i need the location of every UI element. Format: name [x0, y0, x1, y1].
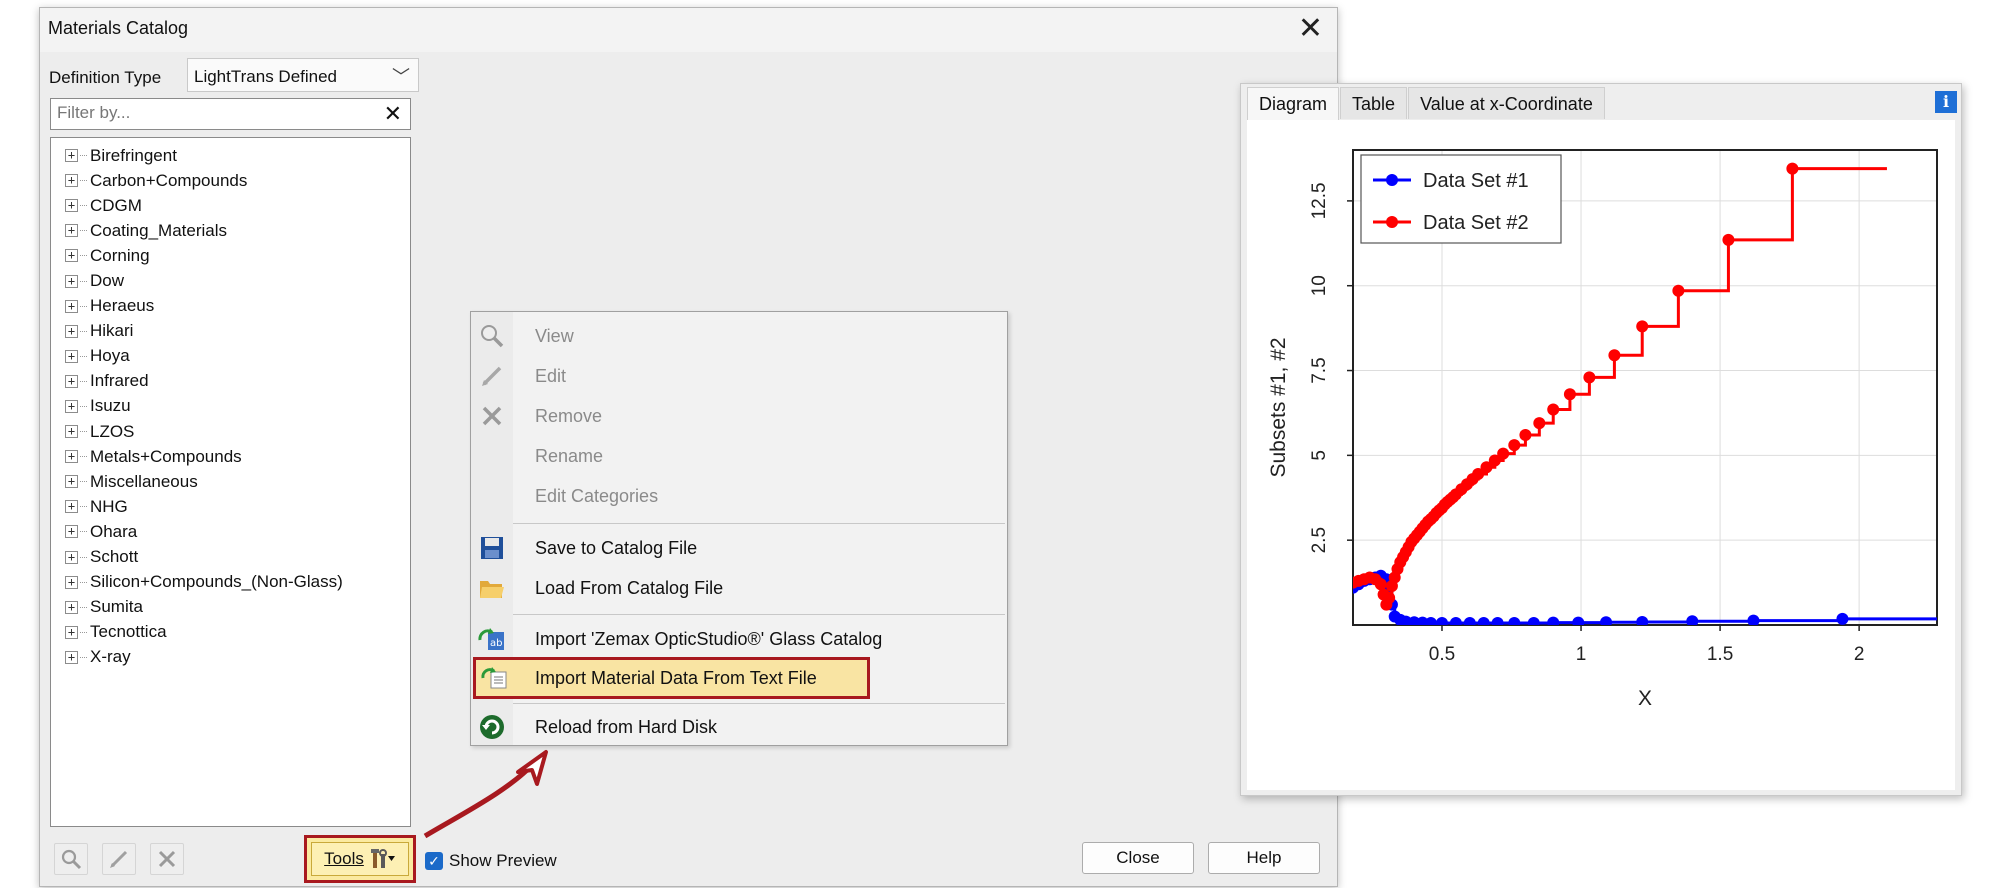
- series-point-2: [1383, 591, 1396, 604]
- series-point-1: [1636, 615, 1649, 625]
- x-tick-label: 2: [1854, 644, 1865, 665]
- series-point-1: [1572, 616, 1585, 625]
- series-point-2: [1547, 403, 1560, 416]
- series-point-1: [1463, 616, 1476, 625]
- series-point-2: [1608, 349, 1621, 362]
- series-point-2: [1583, 371, 1596, 384]
- x-axis-label: X: [1638, 687, 1652, 710]
- series-point-1: [1424, 616, 1437, 625]
- series-point-1: [1836, 612, 1849, 625]
- series-line-1: [1353, 574, 1937, 625]
- y-tick-label: 2.5: [1309, 527, 1330, 553]
- tab-value-at-x-coordinate[interactable]: Value at x-Coordinate: [1408, 87, 1605, 119]
- x-tick-label: 1: [1576, 644, 1587, 665]
- diagram-window: Diagram Table Value at x-Coordinate i 0.…: [1240, 83, 1962, 796]
- x-tick-label: 1.5: [1707, 644, 1733, 665]
- x-tick-label: 0.5: [1429, 644, 1455, 665]
- series-point-2: [1672, 284, 1685, 297]
- series-point-1: [1747, 614, 1760, 625]
- y-tick-label: 10: [1309, 275, 1330, 296]
- info-icon[interactable]: i: [1935, 91, 1957, 113]
- series-point-1: [1449, 616, 1462, 625]
- legend-marker: [1386, 174, 1398, 186]
- series-point-2: [1497, 447, 1510, 460]
- series-point-2: [1508, 439, 1521, 452]
- series-point-1: [1547, 616, 1560, 625]
- series-point-2: [1722, 233, 1735, 246]
- diagram-tabs: Diagram Table Value at x-Coordinate: [1247, 87, 1606, 121]
- series-point-2: [1533, 417, 1546, 430]
- series-point-1: [1491, 616, 1504, 625]
- chart-svg: 0.5 1 1.5 2 2.5 5 7.5 10 12.5 X Subsets #1, #2 Data…: [1267, 149, 1938, 710]
- series-point-2: [1519, 429, 1532, 441]
- series-point-1: [1477, 616, 1490, 625]
- series-point-1: [1600, 616, 1613, 625]
- legend-label: Data Set #2: [1423, 212, 1529, 234]
- series-point-2: [1786, 162, 1799, 175]
- y-tick-label: 5: [1309, 450, 1330, 461]
- tab-table[interactable]: Table: [1340, 87, 1408, 119]
- tab-diagram[interactable]: Diagram: [1247, 87, 1340, 121]
- plot-area: 0.5 1 1.5 2 2.5 5 7.5 10 12.5 X Subsets #1, #2 Data…: [1247, 120, 1955, 790]
- legend-marker: [1386, 216, 1398, 228]
- legend-label: Data Set #1: [1423, 170, 1529, 192]
- series-point-2: [1374, 578, 1387, 591]
- y-axis-label: Subsets #1, #2: [1267, 337, 1290, 477]
- series-point-1: [1527, 616, 1540, 625]
- series-point-2: [1636, 320, 1649, 333]
- series-point-1: [1508, 616, 1521, 625]
- series-point-2: [1563, 388, 1576, 401]
- y-tick-label: 12.5: [1309, 182, 1330, 219]
- y-tick-label: 7.5: [1309, 357, 1330, 383]
